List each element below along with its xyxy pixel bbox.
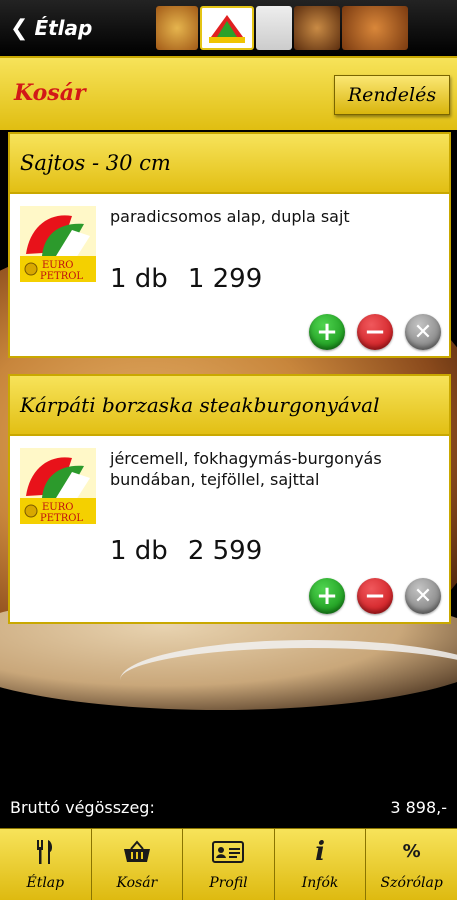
cart-item-actions: + − ✕	[309, 314, 441, 350]
increase-quantity-button[interactable]: +	[309, 578, 345, 614]
decrease-quantity-button[interactable]: −	[357, 578, 393, 614]
svg-text:PETROL: PETROL	[40, 513, 83, 524]
europetrol-logo: EURO PETROL	[20, 206, 96, 282]
svg-text:EURO: EURO	[42, 260, 73, 271]
fork-knife-icon	[34, 839, 56, 865]
increase-quantity-button[interactable]: +	[309, 314, 345, 350]
nav-label: Profil	[209, 874, 248, 891]
order-button[interactable]: Rendelés	[334, 75, 450, 115]
id-card-icon	[212, 839, 245, 865]
minus-icon: −	[364, 317, 386, 347]
cart-item-quantity: 1 db	[110, 536, 168, 566]
cart-item-card: Kárpáti borzaska steakburgonyával EURO P…	[8, 374, 451, 624]
svg-text:PETROL: PETROL	[40, 271, 83, 282]
back-button[interactable]: ❮ Étlap	[10, 14, 92, 42]
nav-item-kosar[interactable]: Kosár	[92, 829, 184, 900]
cart-item-price: 2 599	[187, 536, 263, 566]
banner-logo	[200, 6, 254, 50]
svg-text:EURO: EURO	[42, 502, 73, 513]
cart-item-card: Sajtos - 30 cm EURO PETROL paradicsomos …	[8, 132, 451, 358]
remove-item-button[interactable]: ✕	[405, 314, 441, 350]
europetrol-logo: EURO PETROL	[20, 448, 96, 524]
nav-item-etlap[interactable]: Étlap	[0, 829, 92, 900]
cart-item-quantity: 1 db	[110, 264, 168, 294]
cart-item-price: 1 299	[187, 264, 263, 294]
cart-item-actions: + − ✕	[309, 578, 441, 614]
minus-icon: −	[364, 581, 386, 611]
percent-icon: %	[402, 841, 421, 862]
nav-label: Étlap	[26, 874, 65, 891]
bottom-nav: Étlap Kosár Profil i Infók % Szórólap	[0, 828, 457, 900]
total-value: 3 898,-	[390, 798, 447, 817]
total-row: Bruttó végösszeg: 3 898,-	[0, 790, 457, 826]
banner-food-image	[342, 6, 408, 50]
basket-icon	[122, 839, 152, 865]
nav-label: Infók	[301, 874, 339, 891]
remove-item-button[interactable]: ✕	[405, 578, 441, 614]
plus-icon: +	[316, 317, 338, 347]
nav-item-profil[interactable]: Profil	[183, 829, 275, 900]
back-label: Étlap	[34, 16, 93, 40]
nav-item-infok[interactable]: i Infók	[275, 829, 367, 900]
cart-item-quantity-price: 1 db 2 599	[110, 536, 262, 566]
top-bar: ❮ Étlap	[0, 0, 457, 56]
banner-burger-image	[294, 6, 340, 50]
cart-item-description: paradicsomos alap, dupla sajt	[110, 207, 350, 226]
plus-icon: +	[316, 581, 338, 611]
banner-menu-image	[256, 6, 292, 50]
cart-item-name: Sajtos - 30 cm	[10, 134, 449, 194]
nav-label: Kosár	[116, 874, 158, 891]
nav-item-szorolap[interactable]: % Szórólap	[366, 829, 457, 900]
decrease-quantity-button[interactable]: −	[357, 314, 393, 350]
close-icon: ✕	[413, 319, 433, 345]
cart-item-description: jércemell, fokhagymás-burgonyás bundában…	[110, 449, 382, 489]
cart-item-name: Kárpáti borzaska steakburgonyával	[10, 376, 449, 436]
banner-pizza-image	[156, 6, 198, 50]
cart-header: Kosár Rendelés	[0, 56, 457, 130]
page-title: Kosár	[14, 80, 86, 106]
nav-label: Szórólap	[380, 874, 443, 891]
chevron-left-icon: ❮	[10, 15, 29, 41]
info-icon: i	[315, 836, 326, 867]
promo-banner[interactable]	[156, 6, 408, 50]
total-label: Bruttó végösszeg:	[10, 798, 155, 817]
close-icon: ✕	[413, 583, 433, 609]
cart-item-quantity-price: 1 db 1 299	[110, 264, 262, 294]
